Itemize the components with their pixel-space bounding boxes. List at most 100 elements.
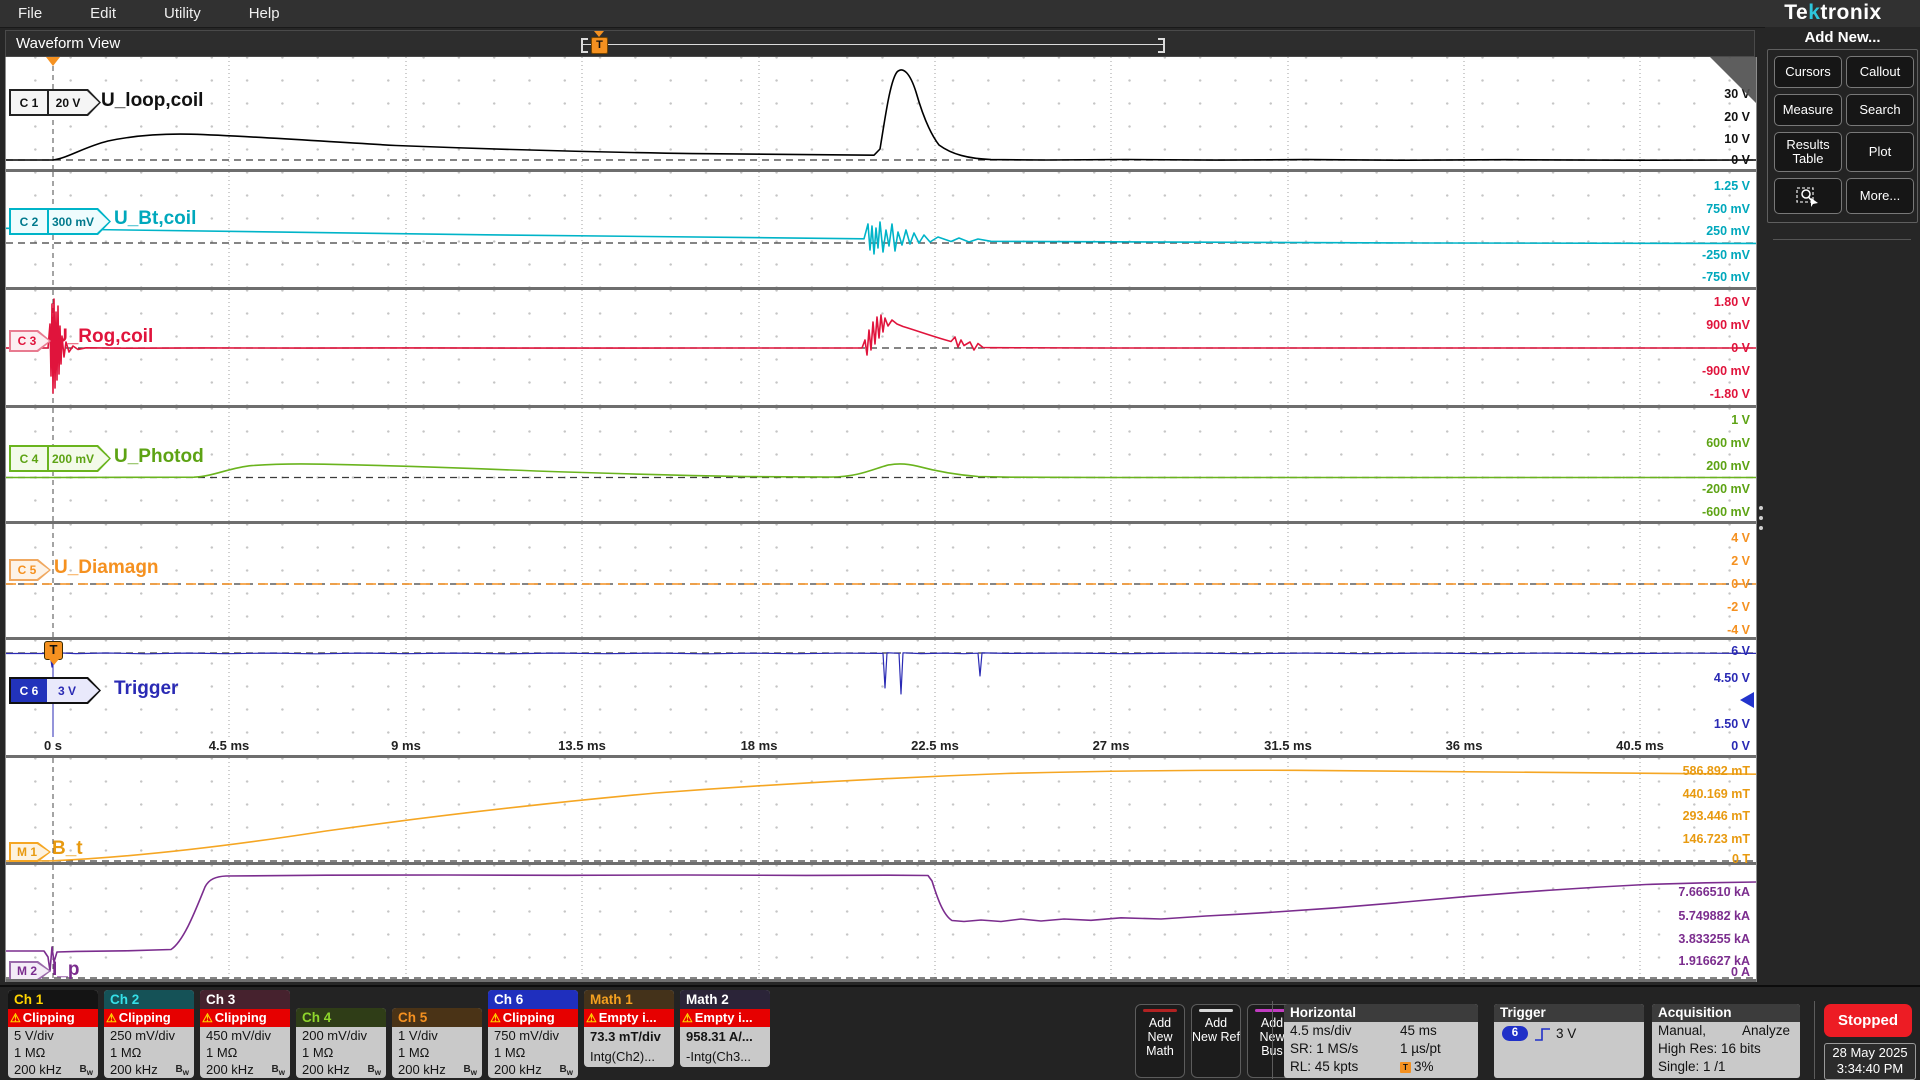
time-tick: 9 ms (391, 738, 421, 753)
bottom-badge-ch6[interactable]: Ch 6 ⚠Clipping 750 mV/div 1 MΩ 200 kHzBw (488, 990, 578, 1078)
math2-badge-title: Math 2 (680, 990, 770, 1009)
bottom-divider (1272, 1001, 1273, 1079)
run-stop-status-button[interactable]: Stopped (1824, 1004, 1912, 1037)
trigger-position-icon: T (1400, 1062, 1411, 1073)
warning-icon: ⚠ (490, 1011, 501, 1025)
bandwidth-limit-icon: Bw (176, 1061, 189, 1078)
ch2-axis-label: 250 mV (1706, 224, 1750, 238)
more-button[interactable]: More... (1846, 178, 1914, 214)
add-new-header: Add New... (1765, 29, 1920, 46)
trigger-level-arrow-icon[interactable] (1740, 692, 1754, 708)
menu-edit[interactable]: Edit (72, 5, 146, 22)
trigger-level-value: 3 V (1556, 1025, 1576, 1043)
bottom-badge-ch1[interactable]: Ch 1 ⚠Clipping 5 V/div 1 MΩ 200 kHzBw (8, 990, 98, 1078)
warning-icon: ⚠ (682, 1011, 693, 1025)
math2-axis-label: 5.749882 kA (1678, 909, 1750, 923)
menu-help[interactable]: Help (231, 5, 310, 22)
ch2-axis-label: 750 mV (1706, 202, 1750, 216)
ch5-badge-title: Ch 5 (392, 1008, 482, 1027)
zoom-select-button[interactable] (1774, 178, 1842, 214)
ch2-label[interactable]: U_Bt,coil (114, 208, 196, 230)
ch6-trace (6, 653, 1756, 694)
ch3-label[interactable]: U_Rog,coil (54, 326, 153, 348)
bottom-badge-math1[interactable]: Math 1 ⚠Empty i... 73.3 mT/div Intg(Ch2)… (584, 990, 674, 1067)
bottom-badge-ch4[interactable]: Ch 4 200 mV/div 1 MΩ 200 kHzBw (296, 1008, 386, 1078)
measure-button[interactable]: Measure (1774, 94, 1842, 126)
trigger-panel[interactable]: Trigger 6 3 V (1494, 1004, 1644, 1078)
ch3-axis-label: 900 mV (1706, 318, 1750, 332)
oscilloscope-app: File Edit Utility Help Tektronix Wavefor… (0, 0, 1920, 1080)
search-button[interactable]: Search (1846, 94, 1914, 126)
plot-button[interactable]: Plot (1846, 132, 1914, 172)
math1-label[interactable]: B_t (52, 838, 83, 860)
channel-badge-c4[interactable]: C 4 200 mV (9, 445, 111, 472)
trigger-source-badge: 6 (1502, 1026, 1528, 1041)
acquisition-panel[interactable]: Acquisition Manual,Analyze High Res: 16 … (1652, 1004, 1800, 1078)
c2-badge-id: C 2 (11, 210, 49, 233)
cursors-button[interactable]: Cursors (1774, 56, 1842, 88)
ch1-label[interactable]: U_loop,coil (101, 90, 203, 112)
ch1-trace (6, 70, 1756, 160)
ch1-axis-label: 10 V (1724, 132, 1750, 146)
channel-badge-c6[interactable]: C 6 3 V (9, 677, 101, 704)
tektronix-logo: Tektronix (1754, 1, 1912, 25)
c5-badge-id: C 5 (11, 561, 49, 579)
zoom-corner-icon[interactable] (1710, 57, 1756, 103)
magnifier-icon (6, 57, 28, 79)
menu-utility[interactable]: Utility (146, 5, 231, 22)
c2-badge-scale: 300 mV (49, 210, 109, 233)
lane-math2: M 2 I_p 7.666510 kA 5.749882 kA 3.833255… (6, 865, 1756, 982)
record-view-line (581, 44, 1163, 45)
c4-badge-scale: 200 mV (49, 447, 109, 470)
ch2-badge-title: Ch 2 (104, 990, 194, 1009)
math1-trace-plot (6, 758, 1756, 862)
time-tick: 0 s (44, 738, 62, 753)
trigger-position-indicator-icon[interactable]: T (591, 37, 608, 54)
waveform-view-title: Waveform View (16, 35, 120, 52)
bottom-badge-ch3[interactable]: Ch 3 ⚠Clipping 450 mV/div 1 MΩ 200 kHzBw (200, 990, 290, 1078)
results-table-button[interactable]: Results Table (1774, 132, 1842, 172)
ch6-label[interactable]: Trigger (114, 678, 178, 700)
math2-axis-label: 3.833255 kA (1678, 932, 1750, 946)
math2-label[interactable]: I_p (52, 959, 79, 981)
c3-badge-id: C 3 (11, 332, 49, 350)
horizontal-panel[interactable]: Horizontal 4.5 ms/div45 ms SR: 1 MS/s1 µ… (1284, 1004, 1478, 1078)
trigger-time-marker-icon[interactable] (46, 57, 60, 66)
ch4-axis-label: -200 mV (1702, 482, 1750, 496)
ch6-axis-label: 6 V (1731, 644, 1750, 658)
ref-color-stripe (1199, 1009, 1233, 1012)
callout-button[interactable]: Callout (1846, 56, 1914, 88)
ch2-trace-plot (6, 172, 1756, 287)
ch5-label[interactable]: U_Diamagn (54, 557, 159, 579)
add-new-math-button[interactable]: Add New Math (1135, 1004, 1185, 1078)
zoom-select-icon (1795, 185, 1821, 207)
ch3-trace-plot (6, 290, 1756, 405)
panel-drag-handle[interactable] (1758, 500, 1764, 536)
ch4-label[interactable]: U_Photod (114, 446, 204, 468)
bottom-badge-math2[interactable]: Math 2 ⚠Empty i... 958.31 A/... -Intg(Ch… (680, 990, 770, 1067)
ch3-axis-label: 1.80 V (1714, 295, 1750, 309)
channel-badge-c1[interactable]: C 1 20 V (9, 89, 101, 116)
channel-badge-c2[interactable]: C 2 300 mV (9, 208, 111, 235)
ch3-axis-label: -900 mV (1702, 364, 1750, 378)
c1-badge-scale: 20 V (49, 91, 99, 114)
warning-icon: ⚠ (586, 1011, 597, 1025)
bottom-badge-ch5[interactable]: Ch 5 1 V/div 1 MΩ 200 kHzBw (392, 1008, 482, 1078)
acquisition-title: Acquisition (1652, 1004, 1800, 1022)
ch4-axis-label: -600 mV (1702, 505, 1750, 519)
ch5-axis-label: -4 V (1727, 623, 1750, 637)
ch4-axis-label: 200 mV (1706, 459, 1750, 473)
trigger-source-marker-icon[interactable]: T (44, 641, 63, 660)
ch3-badge-title: Ch 3 (200, 990, 290, 1009)
menu-file[interactable]: File (0, 5, 72, 22)
ch3-trace (6, 299, 1756, 393)
ch3-axis-label: 0 V (1731, 341, 1750, 355)
bottom-badge-ch2[interactable]: Ch 2 ⚠Clipping 250 mV/div 1 MΩ 200 kHzBw (104, 990, 194, 1078)
math1-trace (6, 770, 1756, 861)
lane-math1: M 1 B_t 586.892 mT 440.169 mT 293.446 mT… (6, 758, 1756, 865)
ch6-axis-label: 1.50 V (1714, 717, 1750, 731)
add-new-ref-button[interactable]: Add New Ref (1191, 1004, 1241, 1078)
sidebar-divider (1773, 239, 1911, 240)
ch3-axis-label: -1.80 V (1710, 387, 1750, 401)
lane-ch2: C 2 300 mV U_Bt,coil 1.25 V 750 mV 250 m… (6, 172, 1756, 290)
